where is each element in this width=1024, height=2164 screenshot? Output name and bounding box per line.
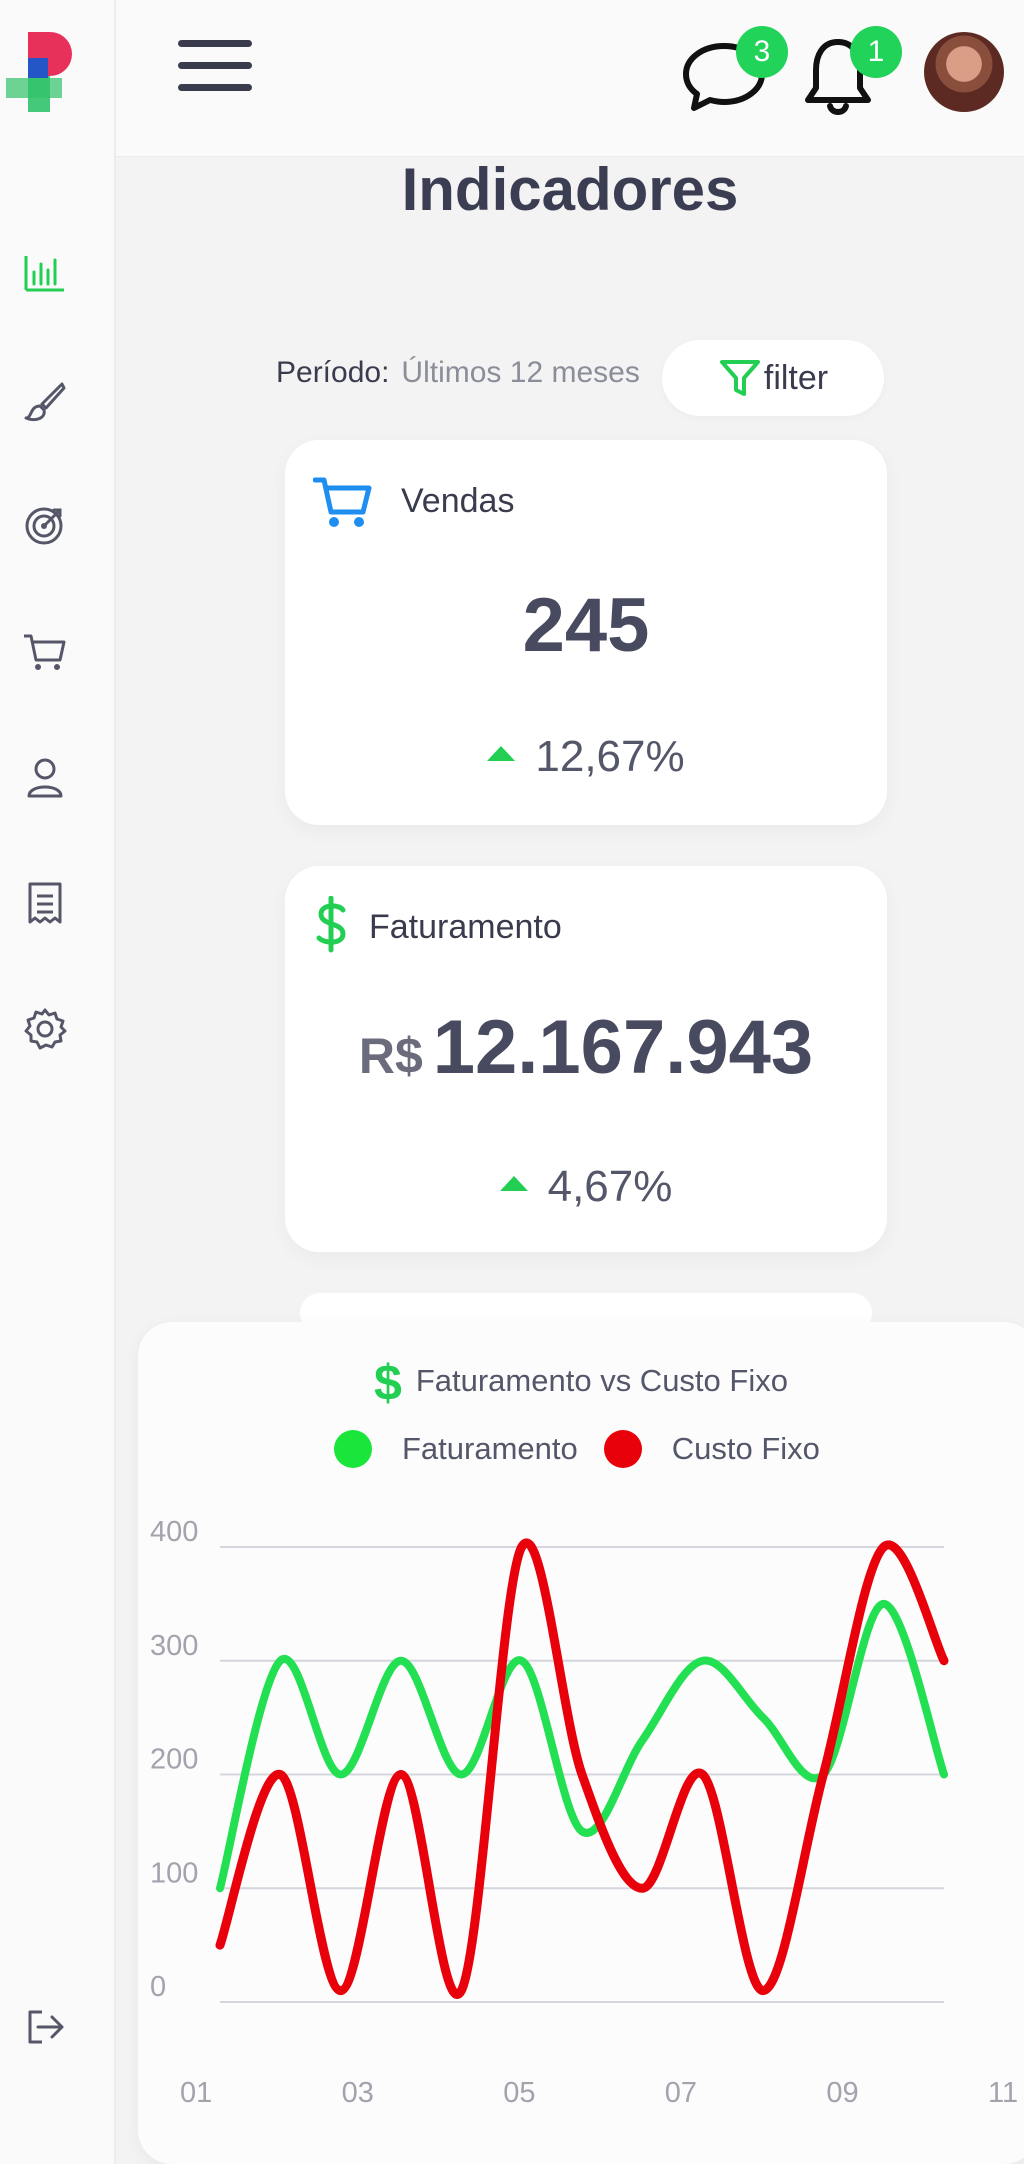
x-tick-label: 01 xyxy=(180,2077,212,2109)
period-value: Últimos 12 meses xyxy=(401,356,640,389)
y-tick-label: 400 xyxy=(150,1516,198,1548)
sidebar-item-goals[interactable] xyxy=(20,500,70,550)
y-tick-label: 300 xyxy=(150,1630,198,1662)
revenue-change-value: 4,67% xyxy=(547,1162,673,1211)
x-tick-label: 05 xyxy=(503,2077,535,2109)
y-tick-label: 100 xyxy=(150,1857,198,1889)
revenue-change: 4,67% xyxy=(285,1162,887,1212)
sidebar-item-sales[interactable] xyxy=(20,626,70,676)
menu-line xyxy=(178,62,252,69)
period-label: Período: xyxy=(276,356,390,389)
logout-icon xyxy=(28,2010,64,2044)
x-tick-label: 11 xyxy=(988,2077,1018,2109)
page-title: Indicadores xyxy=(401,156,739,223)
gear-icon xyxy=(24,1008,67,1050)
receipt-icon xyxy=(28,882,62,924)
sidebar-item-reports[interactable] xyxy=(20,878,70,928)
paint-brush-icon xyxy=(24,382,66,422)
line-chart: 0 100 200 300 400 01 03 05 07 09 11 xyxy=(150,1516,1018,2109)
messages-button[interactable]: 3 xyxy=(672,26,788,120)
filter-icon xyxy=(719,360,760,396)
sales-change-value: 12,67% xyxy=(535,732,685,781)
menu-line xyxy=(178,84,252,91)
sidebar-item-indicators[interactable] xyxy=(20,248,70,298)
sales-card: Vendas 245 12,67% xyxy=(285,440,887,825)
target-icon xyxy=(25,507,63,545)
x-tick-label: 03 xyxy=(342,2077,374,2109)
arrow-up-icon xyxy=(499,1175,528,1191)
x-tick-label: 09 xyxy=(826,2077,858,2109)
arrow-up-icon xyxy=(487,745,516,761)
revenue-currency: R$ xyxy=(358,1028,423,1084)
revenue-card: Faturamento R$ 12.167.943 4,67% xyxy=(285,866,887,1252)
top-header: 3 1 xyxy=(116,0,1024,157)
sales-value: 245 xyxy=(522,583,650,668)
sales-change: 12,67% xyxy=(285,732,887,782)
messages-badge: 3 xyxy=(736,26,788,78)
revenue-value: 12.167.943 xyxy=(432,1005,814,1090)
logout-button[interactable] xyxy=(20,2002,70,2052)
revenue-value-row: R$ 12.167.943 xyxy=(285,1004,887,1091)
chart-bar-icon xyxy=(24,256,64,292)
sidebar-item-design[interactable] xyxy=(20,376,70,426)
menu-button[interactable] xyxy=(178,40,252,104)
x-tick-label: 07 xyxy=(665,2077,697,2109)
filter-button[interactable]: filter xyxy=(662,340,884,416)
menu-line xyxy=(178,40,252,47)
chart-card: $ Faturamento vs Custo Fixo Faturamento C… xyxy=(138,1322,1024,2164)
notifications-button[interactable]: 1 xyxy=(794,26,902,120)
cart-icon xyxy=(313,477,372,527)
revenue-title: Faturamento xyxy=(369,908,562,946)
sidebar-item-users[interactable] xyxy=(20,752,70,802)
dollar-icon xyxy=(316,896,346,953)
logo xyxy=(6,32,72,112)
avatar[interactable] xyxy=(924,32,1004,112)
y-tick-label: 200 xyxy=(150,1744,198,1776)
series-line-faturamento xyxy=(216,1599,948,1893)
notifications-badge: 1 xyxy=(850,26,902,78)
sidebar xyxy=(0,0,116,2164)
filter-label: filter xyxy=(763,358,829,397)
sidebar-item-settings[interactable] xyxy=(20,1004,70,1054)
cart-icon xyxy=(24,634,66,670)
user-icon xyxy=(27,758,63,798)
sales-title: Vendas xyxy=(401,482,515,520)
y-tick-label: 0 xyxy=(150,1971,166,2003)
period-selector[interactable]: Período: Últimos 12 meses xyxy=(276,356,640,390)
